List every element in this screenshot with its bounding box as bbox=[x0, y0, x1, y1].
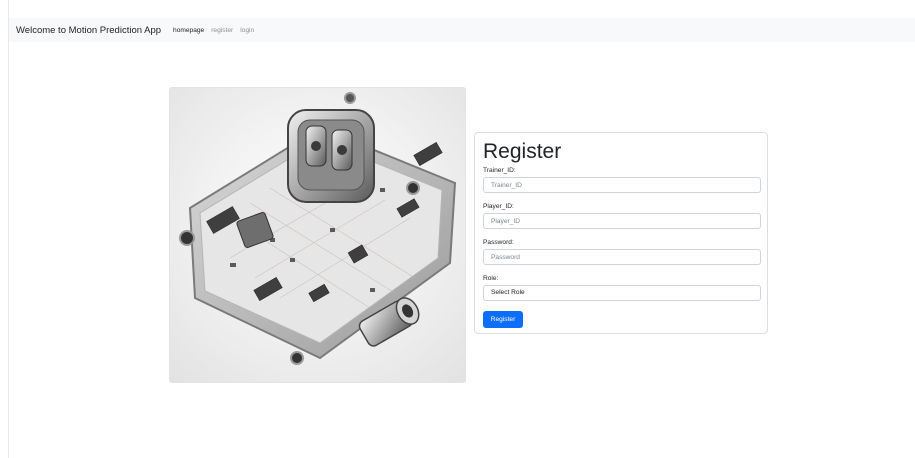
circuit-board-illustration bbox=[179, 92, 457, 365]
trainer-id-input[interactable] bbox=[483, 177, 761, 193]
password-label: Password: bbox=[483, 239, 514, 246]
app-brand[interactable]: Welcome to Motion Prediction App bbox=[16, 25, 161, 36]
page-edge bbox=[8, 0, 9, 458]
register-button[interactable]: Register bbox=[483, 311, 523, 328]
role-label: Role: bbox=[483, 275, 499, 282]
nav-link-login[interactable]: login bbox=[240, 27, 254, 34]
role-select[interactable]: Select Role bbox=[483, 285, 761, 301]
player-id-label: Player_ID: bbox=[483, 203, 514, 210]
player-id-input[interactable] bbox=[483, 213, 761, 229]
password-input[interactable] bbox=[483, 249, 761, 265]
navbar: Welcome to Motion Prediction App homepag… bbox=[9, 18, 915, 42]
circuit-board-image bbox=[169, 87, 466, 383]
trainer-id-label: Trainer_ID: bbox=[483, 167, 516, 174]
nav-link-register[interactable]: register bbox=[211, 27, 233, 34]
nav-link-homepage[interactable]: homepage bbox=[173, 27, 204, 34]
register-title: Register bbox=[483, 140, 562, 163]
register-card: Register Trainer_ID: Player_ID: Password… bbox=[474, 132, 768, 334]
